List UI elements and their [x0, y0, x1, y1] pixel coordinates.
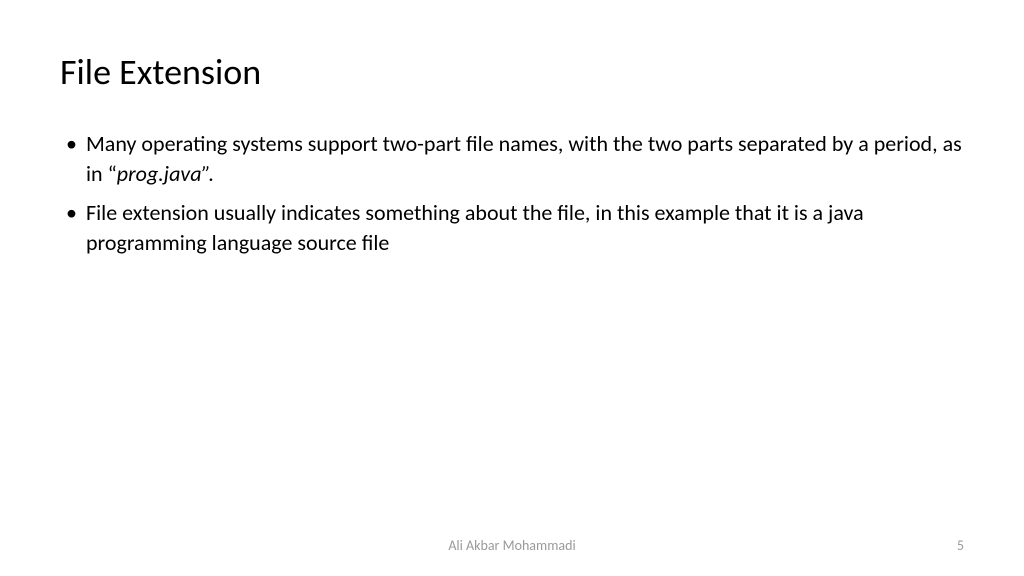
footer-page-number: 5	[957, 537, 964, 554]
slide-title: File Extension	[60, 50, 964, 94]
bullet-list: Many operating systems support two-part …	[60, 129, 964, 258]
bullet-text-pre: File extension usually indicates somethi…	[86, 199, 864, 256]
bullet-text-italic: prog.java”.	[117, 160, 214, 187]
list-item: File extension usually indicates somethi…	[60, 198, 964, 257]
slide: File Extension Many operating systems su…	[0, 0, 1024, 576]
bullet-text-pre: Many operating systems support two-part …	[86, 130, 962, 187]
footer-author: Ali Akbar Mohammadi	[448, 537, 575, 554]
list-item: Many operating systems support two-part …	[60, 129, 964, 188]
